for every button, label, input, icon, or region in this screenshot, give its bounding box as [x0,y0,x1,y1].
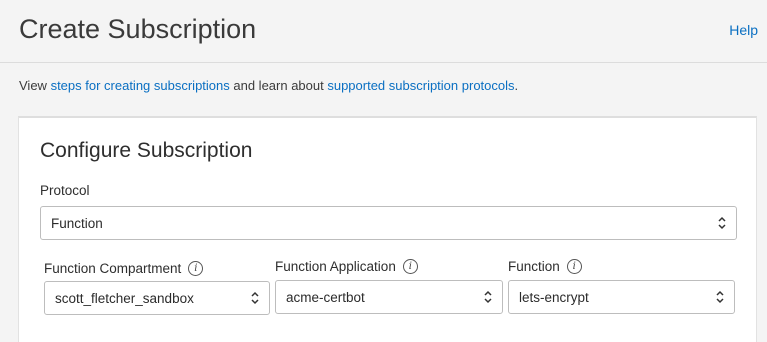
help-link[interactable]: Help [729,22,758,38]
chevron-up-down-icon [716,290,724,304]
steps-link[interactable]: steps for creating subscriptions [51,78,230,93]
function-select[interactable]: lets-encrypt [508,280,735,314]
intro-suffix: . [514,78,519,93]
intro-middle: and learn about [229,78,328,93]
protocol-value: Function [51,216,103,231]
card-title: Configure Subscription [40,139,253,162]
compartment-select[interactable]: scott_fletcher_sandbox [44,281,270,315]
function-label-text: Function [508,259,560,274]
application-select[interactable]: acme-certbot [275,280,503,314]
page-header: Create Subscription Help [0,0,767,62]
intro-prefix: View [19,78,51,93]
info-icon[interactable]: i [402,259,418,274]
compartment-label-text: Function Compartment [44,261,182,276]
application-value: acme-certbot [286,290,365,305]
function-label: Function i [508,259,582,274]
application-label-text: Function Application [275,259,396,274]
chevron-up-down-icon [251,291,259,305]
compartment-label: Function Compartment i [44,261,204,276]
intro-text: View steps for creating subscriptions an… [19,78,518,93]
compartment-value: scott_fletcher_sandbox [55,291,194,306]
chevron-up-down-icon [484,290,492,304]
configure-subscription-card: Configure Subscription Protocol Function… [18,116,757,342]
protocol-select[interactable]: Function [40,206,737,240]
info-icon[interactable]: i [566,259,582,274]
application-label: Function Application i [275,259,418,274]
page-title: Create Subscription [19,14,257,44]
protocol-label: Protocol [40,183,90,198]
protocols-link[interactable]: supported subscription protocols [327,78,514,93]
header-divider [0,62,767,63]
info-icon[interactable]: i [188,261,204,276]
chevron-up-down-icon [718,216,726,230]
protocol-label-text: Protocol [40,183,90,198]
function-value: lets-encrypt [519,290,589,305]
